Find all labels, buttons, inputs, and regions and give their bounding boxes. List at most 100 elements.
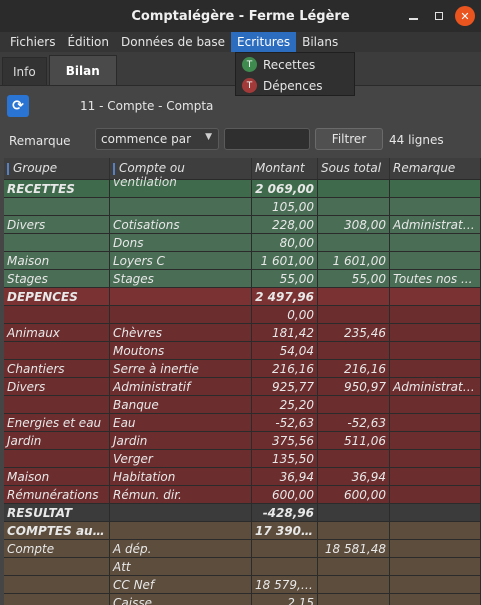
table-row[interactable]: Maison Habitation 36,94 36,94 — [4, 468, 481, 486]
table-row[interactable]: Divers Cotisations 228,00 308,00 Administrat… — [4, 216, 481, 234]
cell-groupe: RECETTES — [4, 180, 110, 197]
dropdown-item-label: Dépences — [263, 78, 323, 93]
column-header-compte[interactable]: Compte ou ventilation — [110, 158, 252, 189]
table-row[interactable]: Dons 80,00 — [4, 234, 481, 252]
row-count: 44 lignes — [389, 133, 444, 147]
filter-field-label: Remarque — [9, 134, 71, 148]
cell-remarque: Administrati... — [390, 378, 481, 395]
cell-sous-total: 308,00 — [318, 216, 390, 233]
cell-compte: Dons — [110, 234, 252, 251]
cell-remarque — [390, 450, 481, 467]
cell-sous-total — [318, 234, 390, 251]
cell-compte — [110, 306, 252, 323]
cell-montant: -428,96 — [252, 504, 318, 521]
cell-montant: 2 069,00 — [252, 180, 318, 197]
cell-compte — [110, 180, 252, 197]
cell-remarque — [390, 324, 481, 341]
cell-sous-total — [318, 522, 390, 539]
menu-ecritures[interactable]: Ecritures — [231, 32, 297, 52]
table-row[interactable]: Maison Loyers C1 601,00 1 601,00 — [4, 252, 481, 270]
cell-remarque — [390, 342, 481, 359]
table-row[interactable]: Rémunérations Rémun. dir. 600,00 600,00 — [4, 486, 481, 504]
cell-montant: 25,20 — [252, 396, 318, 413]
cell-sous-total — [318, 594, 390, 605]
table-row[interactable]: DEPENCES 2 497,96 — [4, 288, 481, 306]
cell-remarque: Toutes nos ... — [390, 270, 481, 287]
filter-mode-value: commence par — [101, 132, 192, 146]
table-row[interactable]: CC Nef 18 579,33 — [4, 576, 481, 594]
cell-sous-total — [318, 198, 390, 215]
maximize-button[interactable] — [429, 6, 449, 26]
table-row[interactable]: Caisse 2,15 — [4, 594, 481, 605]
dropdown-item-label: Recettes — [263, 57, 316, 72]
cell-compte — [110, 288, 252, 305]
column-header-remarque[interactable]: Remarque — [390, 158, 481, 179]
table-row[interactable]: RESULTAT -428,96 — [4, 504, 481, 522]
column-header-groupe[interactable]: Groupe — [4, 158, 110, 179]
column-header-sous-total[interactable]: Sous total — [318, 158, 390, 179]
menu-edition[interactable]: Édition — [61, 32, 115, 52]
table-row[interactable]: Animaux Chèvres 181,42 235,46 — [4, 324, 481, 342]
cell-sous-total: -52,63 — [318, 414, 390, 431]
cell-sous-total — [318, 396, 390, 413]
table-row[interactable]: Energies et eau Eau -52,63 -52,63 — [4, 414, 481, 432]
cell-compte: Banque — [110, 396, 252, 413]
cell-sous-total: 36,94 — [318, 468, 390, 485]
cell-sous-total — [318, 450, 390, 467]
cell-montant: 36,94 — [252, 468, 318, 485]
tab-bar: Info Bilan — [0, 55, 117, 85]
filter-button[interactable]: Filtrer — [315, 128, 383, 150]
table-row[interactable]: 105,00 — [4, 198, 481, 216]
cell-remarque — [390, 252, 481, 269]
table-row[interactable]: Att — [4, 558, 481, 576]
dropdown-item-depences[interactable]: T Dépences — [236, 75, 354, 96]
filter-row: Remarque commence par ▼ Filtrer 44 ligne… — [0, 128, 481, 154]
cell-remarque — [390, 522, 481, 539]
table-row[interactable]: Verger 135,50 — [4, 450, 481, 468]
table-row[interactable]: Chantiers Serre à inertie 216,16 216,16 — [4, 360, 481, 378]
table-row[interactable]: Jardin Jardin 375,56 511,06 — [4, 432, 481, 450]
cell-compte: Verger — [110, 450, 252, 467]
cell-compte: A dép. — [110, 540, 252, 557]
menu-fichiers[interactable]: Fichiers — [4, 32, 61, 52]
cell-groupe: Divers — [4, 378, 110, 395]
filter-mode-select[interactable]: commence par ▼ — [95, 128, 219, 150]
table-row[interactable]: 0,00 — [4, 306, 481, 324]
cell-remarque — [390, 288, 481, 305]
cell-montant: 216,16 — [252, 360, 318, 377]
table-row[interactable]: Stages Stages 55,00 55,00 Toutes nos ... — [4, 270, 481, 288]
table-header: Groupe Compte ou ventilation Montant Sou… — [4, 158, 481, 189]
table-row[interactable]: RECETTES 2 069,00 — [4, 180, 481, 198]
cell-remarque — [390, 540, 481, 557]
cell-montant: 54,04 — [252, 342, 318, 359]
minimize-button[interactable] — [403, 6, 423, 26]
cell-groupe: Animaux — [4, 324, 110, 341]
cell-montant: 375,56 — [252, 432, 318, 449]
tab-bilan[interactable]: Bilan — [48, 55, 117, 85]
table-row[interactable]: Banque 25,20 — [4, 396, 481, 414]
tab-info[interactable]: Info — [2, 57, 47, 85]
cell-remarque — [390, 504, 481, 521]
cell-compte: Cotisations — [110, 216, 252, 233]
cell-compte: Chèvres — [110, 324, 252, 341]
recettes-icon: T — [242, 57, 257, 72]
close-button[interactable]: ✕ — [455, 6, 475, 26]
cell-remarque: Administrati... — [390, 216, 481, 233]
cell-montant: 18 579,33 — [252, 576, 318, 593]
refresh-button[interactable]: ⟳ — [7, 95, 29, 117]
cell-remarque — [390, 180, 481, 197]
table-row[interactable]: Compte A dép. 18 581,48 — [4, 540, 481, 558]
table-row[interactable]: Divers Administratif 925,77 950,97 Administr… — [4, 378, 481, 396]
minimize-icon — [408, 18, 418, 20]
column-header-montant[interactable]: Montant — [252, 158, 318, 179]
menu-bilans[interactable]: Bilans — [296, 32, 344, 52]
menu-donnees-de-base[interactable]: Données de base — [115, 32, 231, 52]
dropdown-item-recettes[interactable]: T Recettes — [236, 54, 354, 75]
title-bar: Comptalégère - Ferme Légère ✕ — [0, 0, 481, 32]
close-icon: ✕ — [460, 9, 470, 23]
cell-compte: Rémun. dir. — [110, 486, 252, 503]
table-row[interactable]: Moutons 54,04 — [4, 342, 481, 360]
cell-compte: Eau — [110, 414, 252, 431]
table-row[interactable]: COMPTES au 1/1 17 390,12 — [4, 522, 481, 540]
filter-input[interactable] — [224, 128, 310, 150]
